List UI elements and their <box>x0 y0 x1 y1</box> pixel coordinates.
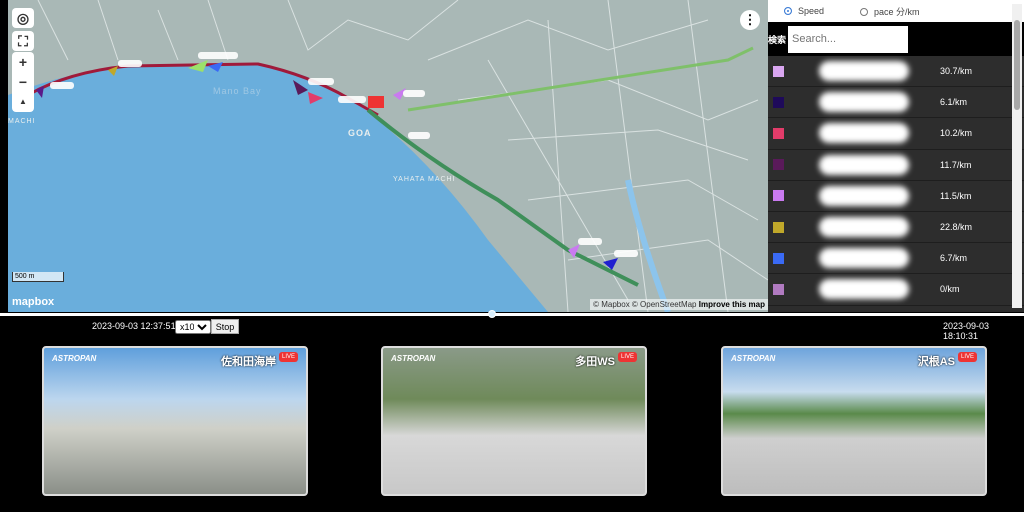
compass-button[interactable]: ▲ <box>12 92 34 112</box>
color-swatch <box>773 190 784 202</box>
search-label: 検索 <box>768 34 787 45</box>
attribution: © Mapbox © OpenStreetMap Improve this ma… <box>590 299 768 310</box>
zoom-out-button[interactable]: − <box>12 72 34 92</box>
video-feed-1[interactable]: ASTROPAN 佐和田海岸 LIVE <box>42 346 308 496</box>
runner-speed: 6.1/km <box>940 97 968 108</box>
map[interactable]: Mano Bay GOA YAHATA MACHI MACHI ◎ ⛶ + − … <box>8 0 768 312</box>
runner-row[interactable]: 22.8/km <box>768 212 1024 244</box>
radio-pace[interactable]: pace 分/km <box>860 5 920 18</box>
map-canvas <box>8 0 768 312</box>
scrollbar-thumb[interactable] <box>1014 20 1020 110</box>
runner-row[interactable]: 0/km <box>768 274 1024 306</box>
runner-name-blurred <box>819 61 909 82</box>
runner-speed: 6.7/km <box>940 253 968 264</box>
color-swatch <box>773 283 784 295</box>
radio-speed[interactable]: Speed <box>784 6 824 16</box>
runner-speed: 22.8/km <box>940 222 973 233</box>
scrollbar[interactable] <box>1012 4 1022 308</box>
video-location: 多田WS <box>575 356 615 368</box>
improve-map-link[interactable]: Improve this map <box>699 300 765 309</box>
runner-name-blurred <box>819 123 909 144</box>
runner-name-blurred <box>819 92 909 113</box>
video-logo: ASTROPAN <box>391 354 436 363</box>
runner-speed: 10.2/km <box>940 128 973 139</box>
map-label-machi: MACHI <box>8 118 36 125</box>
video-location: 沢根AS <box>917 356 955 368</box>
runner-speed: 30.7/km <box>940 66 973 77</box>
map-label-bay: Mano Bay <box>213 86 262 96</box>
stop-button[interactable]: Stop <box>211 319 239 334</box>
video-location: 佐和田海岸 <box>221 356 276 368</box>
video-feed-3[interactable]: ASTROPAN 沢根AS LIVE <box>721 346 987 496</box>
fullscreen-icon: ⛶ <box>18 33 28 49</box>
live-badge: LIVE <box>957 352 977 362</box>
color-swatch <box>773 127 784 139</box>
runner-row[interactable]: 30.7/km <box>768 56 1024 88</box>
runner-name-blurred <box>819 217 909 238</box>
radio-pace-label: pace 分/km <box>874 6 920 17</box>
runner-name-blurred <box>819 279 909 300</box>
video-feed-2[interactable]: ASTROPAN 多田WS LIVE <box>381 346 647 496</box>
radio-checked-icon <box>784 7 792 15</box>
runner-panel: Speed pace 分/km 検索 30.7/km 6.1/km 10.2/km 1… <box>768 0 1024 312</box>
runner-row[interactable]: 6.1/km <box>768 87 1024 119</box>
map-label-goa: GOA <box>348 128 372 138</box>
video-logo: ASTROPAN <box>52 354 97 363</box>
color-swatch <box>773 252 784 264</box>
scale-bar: 500 m <box>12 272 64 282</box>
geolocate-button[interactable]: ◎ <box>12 8 34 28</box>
start-time: 2023-09-03 12:37:51 <box>92 321 176 331</box>
runner-speed: 11.5/km <box>940 190 972 201</box>
runner-row[interactable]: 10.2/km <box>768 118 1024 150</box>
color-swatch <box>773 159 784 171</box>
playback-speed-select[interactable]: x10 <box>175 320 211 334</box>
attribution-text[interactable]: © Mapbox © OpenStreetMap <box>593 300 696 309</box>
video-logo: ASTROPAN <box>731 354 776 363</box>
runner-row[interactable]: 11.7/km <box>768 150 1024 181</box>
runner-speed: 0/km <box>940 284 960 295</box>
timeline-handle[interactable] <box>487 310 496 318</box>
runner-row[interactable]: 6.7/km <box>768 243 1024 275</box>
color-swatch <box>773 96 784 108</box>
timeline-slider[interactable] <box>0 313 1024 316</box>
radio-speed-label: Speed <box>798 6 825 16</box>
locate-icon: ◎ <box>16 10 30 26</box>
live-badge: LIVE <box>617 352 637 362</box>
fullscreen-button[interactable]: ⛶ <box>12 31 34 51</box>
runner-row[interactable]: 11.5/km <box>768 181 1024 212</box>
map-label-yahata: YAHATA MACHI <box>393 176 456 183</box>
color-swatch <box>773 221 784 233</box>
runner-name-blurred <box>819 154 909 175</box>
live-badge: LIVE <box>278 352 298 362</box>
runner-name-blurred <box>819 185 909 206</box>
runner-speed: 11.7/km <box>940 159 972 170</box>
search-input[interactable] <box>788 25 909 53</box>
zoom-in-button[interactable]: + <box>12 52 34 72</box>
end-time: 2023-09-03 18:10:31 <box>943 321 990 341</box>
mapbox-logo: mapbox <box>12 296 55 308</box>
radio-unchecked-icon <box>860 7 869 16</box>
map-menu-button[interactable]: ⋮ <box>740 10 760 30</box>
color-swatch <box>773 65 784 77</box>
runner-name-blurred <box>819 248 909 269</box>
